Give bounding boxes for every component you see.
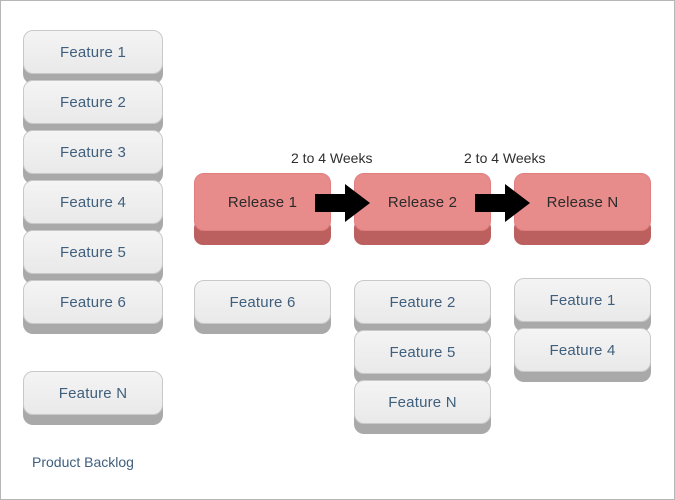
card-label: Feature N (58, 384, 128, 402)
card-label: Feature 2 (59, 93, 126, 111)
release-card-2[interactable]: Release 2 (354, 173, 491, 245)
release-card-n[interactable]: Release N (514, 173, 651, 245)
arrow-right-icon-1 (315, 183, 370, 223)
card-label: Feature 2 (389, 293, 456, 311)
card-face: Feature 2 (354, 280, 491, 324)
card-face: Feature N (23, 371, 163, 415)
card-face: Feature 2 (23, 80, 163, 124)
product-backlog-title: Product Backlog (32, 454, 134, 470)
card-label: Feature 4 (59, 193, 126, 211)
backlog-card-feature-1[interactable]: Feature 1 (23, 30, 163, 84)
release2-feature-card-2[interactable]: Feature 5 (354, 330, 491, 384)
card-face: Feature 1 (514, 278, 651, 322)
backlog-card-feature-2[interactable]: Feature 2 (23, 80, 163, 134)
backlog-card-feature-3[interactable]: Feature 3 (23, 130, 163, 184)
card-label: Feature 6 (229, 293, 296, 311)
releasen-feature-card-1[interactable]: Feature 1 (514, 278, 651, 332)
card-face: Feature 5 (354, 330, 491, 374)
interval-label-1: 2 to 4 Weeks (291, 150, 373, 166)
release2-feature-card-3[interactable]: Feature N (354, 380, 491, 434)
card-face: Feature 5 (23, 230, 163, 274)
card-label: Feature 3 (59, 143, 126, 161)
card-label: Feature 6 (59, 293, 126, 311)
card-label: Feature 1 (59, 43, 126, 61)
arrow-right-icon-2 (475, 183, 530, 223)
card-label: Feature N (388, 393, 457, 411)
card-label: Feature 4 (549, 341, 616, 359)
card-face: Feature 6 (23, 280, 163, 324)
card-face: Release N (514, 173, 651, 231)
interval-label-2: 2 to 4 Weeks (464, 150, 546, 166)
release-card-1[interactable]: Release 1 (194, 173, 331, 245)
diagram-canvas: Feature 1 Feature 2 Feature 3 Feature 4 … (0, 0, 675, 500)
releasen-feature-card-2[interactable]: Feature 4 (514, 328, 651, 382)
card-face: Feature 4 (514, 328, 651, 372)
backlog-card-feature-6[interactable]: Feature 6 (23, 280, 163, 334)
card-face: Release 2 (354, 173, 491, 231)
card-label: Feature 5 (59, 243, 126, 261)
card-label: Release 2 (387, 193, 458, 211)
card-label: Release N (546, 193, 619, 211)
card-face: Feature 3 (23, 130, 163, 174)
backlog-card-feature-n[interactable]: Feature N (23, 371, 163, 425)
release1-feature-card-1[interactable]: Feature 6 (194, 280, 331, 334)
card-label: Release 1 (227, 193, 298, 211)
backlog-card-feature-4[interactable]: Feature 4 (23, 180, 163, 234)
card-face: Release 1 (194, 173, 331, 231)
backlog-card-feature-5[interactable]: Feature 5 (23, 230, 163, 284)
release2-feature-card-1[interactable]: Feature 2 (354, 280, 491, 334)
card-face: Feature N (354, 380, 491, 424)
card-face: Feature 6 (194, 280, 331, 324)
card-face: Feature 4 (23, 180, 163, 224)
card-label: Feature 5 (389, 343, 456, 361)
card-label: Feature 1 (549, 291, 616, 309)
card-face: Feature 1 (23, 30, 163, 74)
